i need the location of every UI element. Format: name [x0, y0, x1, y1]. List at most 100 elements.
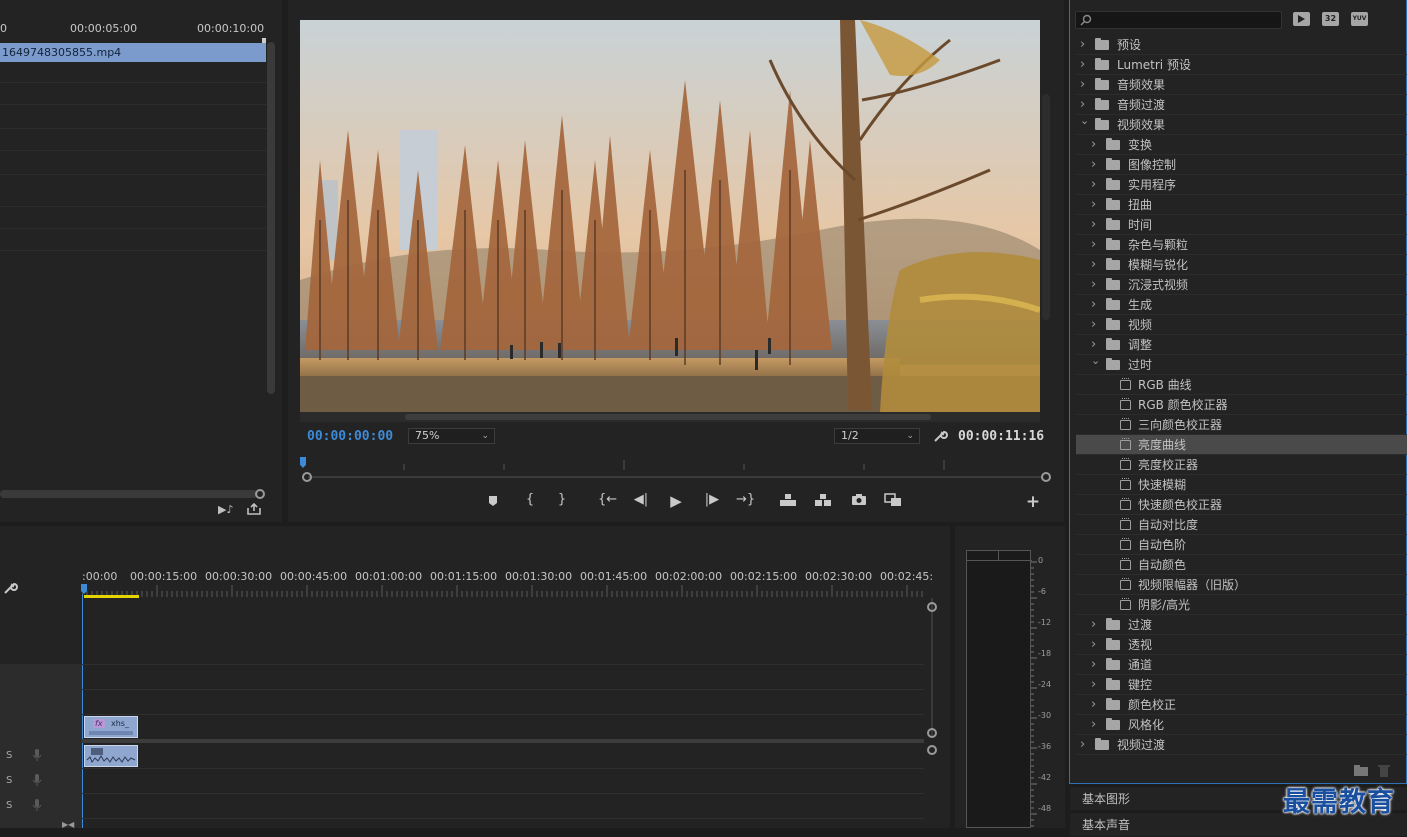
effect-item[interactable]: 快速颜色校正器: [1076, 495, 1407, 515]
audio-clip[interactable]: [84, 745, 138, 767]
effects-folder[interactable]: › 视频过渡: [1076, 735, 1407, 755]
chevron-down-icon[interactable]: ⌄: [1091, 351, 1100, 371]
mark-out-icon[interactable]: }: [553, 492, 571, 507]
audio-track-label[interactable]: S: [6, 800, 12, 811]
chevron-right-icon[interactable]: ›: [1091, 195, 1096, 215]
source-horizontal-scrollbar[interactable]: [0, 490, 258, 498]
monitor-vertical-scrollbar[interactable]: [1042, 94, 1050, 320]
effects-folder[interactable]: › 键控: [1076, 675, 1407, 695]
scroll-handle-icon[interactable]: [255, 489, 265, 499]
monitor-zoom-bar[interactable]: [308, 476, 1042, 478]
chevron-right-icon[interactable]: ›: [1091, 635, 1096, 655]
chevron-right-icon[interactable]: ›: [1091, 135, 1096, 155]
effect-item[interactable]: 自动对比度: [1076, 515, 1407, 535]
effects-folder[interactable]: › 风格化: [1076, 715, 1407, 735]
scroll-handle-icon[interactable]: [927, 728, 937, 738]
mark-in-icon[interactable]: {: [521, 492, 539, 507]
microphone-icon[interactable]: [32, 773, 42, 787]
delete-trash-icon[interactable]: [1378, 764, 1390, 777]
scroll-handle-icon[interactable]: [927, 602, 937, 612]
chevron-right-icon[interactable]: ›: [1091, 155, 1096, 175]
effects-folder[interactable]: › 透视: [1076, 635, 1407, 655]
source-clip[interactable]: 1649748305855.mp4: [0, 43, 266, 62]
new-bin-icon[interactable]: [1354, 765, 1368, 776]
video-audio-separator[interactable]: [82, 739, 924, 743]
scroll-handle-icon[interactable]: [927, 745, 937, 755]
chevron-right-icon[interactable]: ›: [1091, 255, 1096, 275]
effect-item[interactable]: 亮度曲线: [1076, 435, 1407, 455]
source-vertical-scrollbar[interactable]: [267, 42, 275, 394]
timeline-ruler-ticks[interactable]: [82, 585, 924, 597]
effects-folder[interactable]: › 颜色校正: [1076, 695, 1407, 715]
zoom-handle-left-icon[interactable]: [302, 472, 312, 482]
monitor-scroll-area[interactable]: [300, 412, 1040, 422]
export-frame-camera-icon[interactable]: [850, 492, 868, 507]
extract-icon[interactable]: [814, 492, 832, 508]
effects-folder[interactable]: › 实用程序: [1076, 175, 1407, 195]
effects-folder[interactable]: › 扭曲: [1076, 195, 1407, 215]
chevron-right-icon[interactable]: ›: [1091, 695, 1096, 715]
timeline-settings-wrench-icon[interactable]: [2, 580, 18, 596]
microphone-icon[interactable]: [32, 798, 42, 812]
effects-search-input[interactable]: [1075, 11, 1282, 29]
step-back-icon[interactable]: ◀|: [632, 492, 650, 507]
effect-item[interactable]: 三向颜色校正器: [1076, 415, 1407, 435]
work-area-bar[interactable]: [84, 595, 139, 598]
monitor-scrollbar-thumb[interactable]: [405, 414, 931, 420]
effects-folder[interactable]: › 视频: [1076, 315, 1407, 335]
effects-folder[interactable]: › 过渡: [1076, 615, 1407, 635]
play-icon[interactable]: ▶: [667, 492, 685, 510]
zoom-dropdown[interactable]: 75% ⌄: [408, 428, 495, 444]
go-to-out-icon[interactable]: →}: [736, 492, 755, 507]
chevron-right-icon[interactable]: ›: [1080, 55, 1085, 75]
go-to-in-icon[interactable]: {←: [598, 492, 617, 507]
effect-item[interactable]: 亮度校正器: [1076, 455, 1407, 475]
current-timecode[interactable]: 00:00:00:00: [307, 429, 393, 444]
chevron-right-icon[interactable]: ›: [1091, 655, 1096, 675]
effect-item[interactable]: 视频限幅器（旧版）: [1076, 575, 1407, 595]
chevron-right-icon[interactable]: ›: [1080, 75, 1085, 95]
chevron-right-icon[interactable]: ›: [1091, 235, 1096, 255]
monitor-time-ruler[interactable]: [304, 458, 1044, 470]
effect-item[interactable]: 阴影/高光: [1076, 595, 1407, 615]
effects-folder[interactable]: › 模糊与锐化: [1076, 255, 1407, 275]
chevron-right-icon[interactable]: ›: [1091, 675, 1096, 695]
zoom-handle-right-icon[interactable]: [1041, 472, 1051, 482]
chevron-right-icon[interactable]: ›: [1091, 615, 1096, 635]
effect-item[interactable]: RGB 曲线: [1076, 375, 1407, 395]
chevron-right-icon[interactable]: ›: [1091, 215, 1096, 235]
chevron-right-icon[interactable]: ›: [1091, 175, 1096, 195]
resolution-dropdown[interactable]: 1/2 ⌄: [834, 428, 920, 444]
effects-folder[interactable]: › Lumetri 预设: [1076, 55, 1407, 75]
effects-folder[interactable]: › 音频效果: [1076, 75, 1407, 95]
add-marker-icon[interactable]: [484, 492, 502, 510]
chevron-right-icon[interactable]: ›: [1080, 35, 1085, 55]
accelerated-effects-icon[interactable]: [1293, 12, 1310, 26]
chevron-right-icon[interactable]: ›: [1091, 295, 1096, 315]
effects-folder[interactable]: ⌄ 过时: [1076, 354, 1407, 375]
audio-track-label[interactable]: S: [6, 775, 12, 786]
comparison-view-icon[interactable]: [884, 492, 902, 508]
effects-folder[interactable]: › 生成: [1076, 295, 1407, 315]
32bit-effects-icon[interactable]: 32: [1322, 12, 1339, 26]
video-clip[interactable]: fx xhs_: [84, 716, 138, 738]
chevron-right-icon[interactable]: ›: [1091, 315, 1096, 335]
effect-item[interactable]: 自动色阶: [1076, 535, 1407, 555]
microphone-icon[interactable]: [32, 748, 42, 762]
video-tracks-scrollbar[interactable]: [931, 598, 933, 736]
add-button-icon[interactable]: +: [1024, 492, 1042, 512]
yuv-effects-icon[interactable]: YUV: [1351, 12, 1368, 26]
effects-folder[interactable]: › 变换: [1076, 135, 1407, 155]
effects-folder[interactable]: › 杂色与颗粒: [1076, 235, 1407, 255]
effects-folder[interactable]: › 图像控制: [1076, 155, 1407, 175]
export-icon[interactable]: [246, 502, 262, 516]
effects-folder[interactable]: › 调整: [1076, 335, 1407, 355]
lift-icon[interactable]: [779, 492, 797, 508]
effect-item[interactable]: 快速模糊: [1076, 475, 1407, 495]
chevron-right-icon[interactable]: ›: [1091, 715, 1096, 735]
effects-folder[interactable]: › 沉浸式视频: [1076, 275, 1407, 295]
effect-item[interactable]: 自动颜色: [1076, 555, 1407, 575]
settings-wrench-icon[interactable]: [932, 428, 948, 444]
effect-item[interactable]: RGB 颜色校正器: [1076, 395, 1407, 415]
effects-folder[interactable]: ⌄ 视频效果: [1076, 114, 1407, 135]
